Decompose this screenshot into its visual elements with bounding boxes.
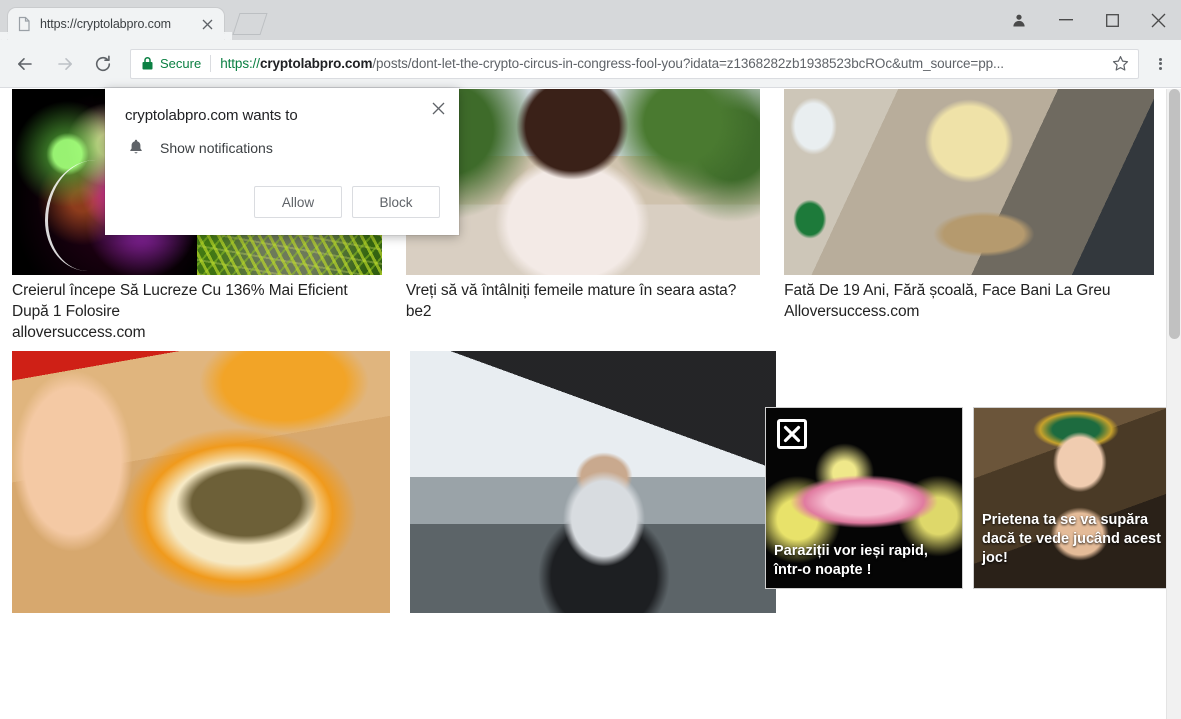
ad-source: alloversuccess.com: [12, 324, 146, 341]
minimize-icon[interactable]: [1043, 0, 1089, 40]
browser-tab[interactable]: https://cryptolabpro.com: [0, 8, 232, 40]
bell-icon: [127, 138, 147, 158]
dialog-actions: Allow Block: [105, 158, 459, 235]
ad-card[interactable]: Fată De 19 Ani, Fără școală, Face Bani L…: [772, 89, 1166, 343]
ad-title[interactable]: Creierul începe Să Lucreze Cu 136% Mai E…: [12, 280, 382, 322]
blonde-woman-dog-plane-image[interactable]: [784, 89, 1155, 275]
three-dot-menu-icon[interactable]: [1145, 49, 1175, 79]
scrollbar-thumb[interactable]: [1169, 89, 1180, 339]
browser-toolbar: Secure https://cryptolabpro.com/posts/do…: [0, 40, 1181, 88]
address-bar[interactable]: Secure https://cryptolabpro.com/posts/do…: [130, 48, 1139, 79]
block-button[interactable]: Block: [352, 186, 440, 218]
woman-floral-dress-image[interactable]: [405, 89, 761, 275]
new-tab-icon[interactable]: [232, 13, 268, 35]
dialog-title: cryptolabpro.com wants to: [125, 107, 298, 124]
ad-source: Alloversuccess.com: [784, 303, 920, 320]
banner-ad[interactable]: Prietena ta se va supăra dacă te vede ju…: [974, 408, 1170, 588]
papaya-seeds-spoon-image[interactable]: [12, 351, 390, 613]
tab-strip: https://cryptolabpro.com: [0, 0, 1181, 40]
maximize-icon[interactable]: [1089, 0, 1135, 40]
ad-card[interactable]: [402, 351, 788, 613]
ad-card[interactable]: [0, 351, 402, 613]
url-text: https://cryptolabpro.com/posts/dont-let-…: [220, 56, 1104, 71]
ad-title[interactable]: Vreți să vă întâlniți femeile mature în …: [406, 280, 760, 301]
url-host: cryptolabpro.com: [259, 56, 373, 71]
ad-title[interactable]: Fată De 19 Ani, Fără școală, Face Bani L…: [784, 280, 1154, 301]
profile-avatar-icon[interactable]: [995, 0, 1043, 40]
permission-label: Show notifications: [160, 140, 273, 156]
allow-button[interactable]: Allow: [254, 186, 342, 218]
bookmark-star-icon[interactable]: [1108, 52, 1132, 76]
banner-ad-row: Paraziții vor ieși rapid, într-o noapte …: [766, 408, 1170, 588]
notification-permission-dialog: cryptolabpro.com wants to Show notificat…: [105, 88, 459, 235]
back-arrow-icon[interactable]: [10, 49, 40, 79]
window-controls: [995, 0, 1181, 40]
banner-close-icon[interactable]: [777, 419, 807, 449]
ad-source: be2: [405, 303, 432, 320]
banner-caption: Prietena ta se va supăra dacă te vede ju…: [982, 512, 1161, 566]
banner-caption: Paraziții vor ieși rapid, într-o noapte …: [774, 543, 928, 578]
browser-window: https://cryptolabpro.com Secure https://…: [0, 0, 1181, 719]
tab-title: https://cryptolabpro.com: [40, 17, 171, 31]
permission-row: Show notifications: [105, 124, 459, 158]
forward-arrow-icon: [50, 49, 80, 79]
omnibox-separator: [210, 55, 212, 72]
man-suit-sports-car-image[interactable]: [410, 351, 776, 613]
url-path: /posts/dont-let-the-crypto-circus-in-con…: [372, 56, 1004, 71]
secure-label: Secure: [160, 56, 202, 71]
url-scheme: https://: [220, 56, 260, 71]
close-icon[interactable]: [198, 15, 216, 33]
dialog-close-icon[interactable]: [425, 95, 451, 121]
page-scrollbar[interactable]: [1166, 89, 1181, 719]
reload-icon[interactable]: [88, 49, 118, 79]
page-icon: [16, 16, 32, 32]
padlock-icon: [141, 56, 154, 71]
banner-ad[interactable]: Paraziții vor ieși rapid, într-o noapte …: [766, 408, 962, 588]
ad-row-2: Paraziții vor ieși rapid, într-o noapte …: [0, 351, 1170, 613]
window-close-icon[interactable]: [1135, 0, 1181, 40]
